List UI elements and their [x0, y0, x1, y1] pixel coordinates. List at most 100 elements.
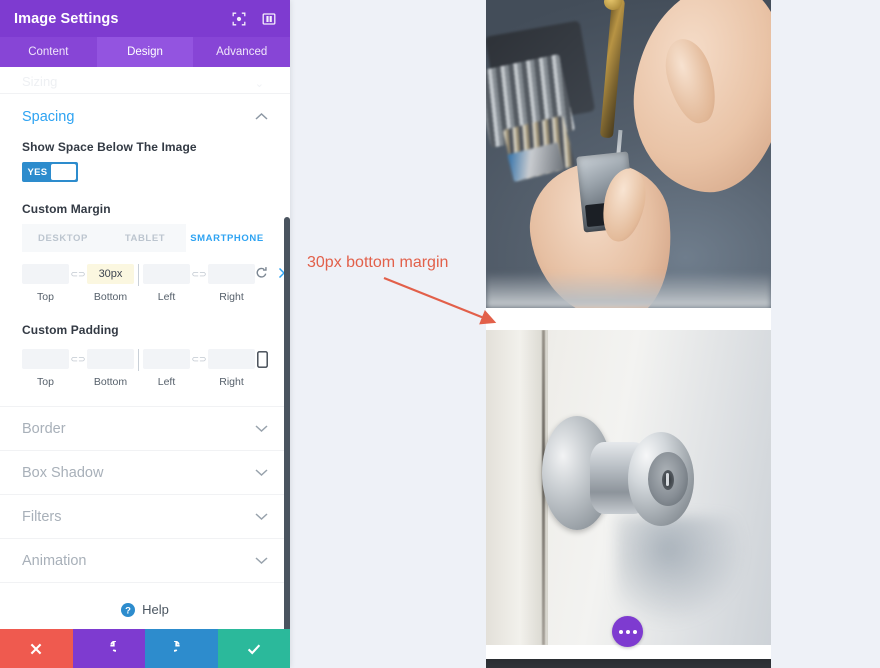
padding-top-caption: Top [37, 376, 54, 388]
screen-root: 30px bottom margin Image Settings Conten… [0, 0, 880, 668]
margin-left-caption: Left [157, 291, 176, 303]
link-top-bottom-icon[interactable]: ⊂⊃ [69, 264, 87, 280]
help-link[interactable]: ? Help [0, 582, 290, 629]
panel-tabs: Content Design Advanced [0, 37, 290, 67]
ellipsis-icon-dot [618, 629, 623, 634]
margin-left-cell: Left [143, 264, 190, 303]
padding-right-caption: Right [219, 376, 244, 388]
chevron-down-icon [255, 552, 268, 570]
ellipsis-icon-dot [625, 629, 630, 634]
cancel-button[interactable] [0, 629, 73, 668]
section-border[interactable]: Border [0, 406, 290, 450]
margin-right-input[interactable] [208, 264, 255, 284]
redo-button[interactable] [145, 629, 218, 668]
margin-divider [138, 264, 139, 286]
screwdriver-photo[interactable] [486, 0, 771, 308]
knob-shadow [616, 516, 746, 626]
mobile-icon[interactable] [257, 349, 268, 373]
check-icon [247, 643, 260, 655]
save-button[interactable] [217, 629, 290, 668]
padding-top-cell: Top [22, 349, 69, 388]
padding-right-cell: Right [208, 349, 255, 388]
module-actions-button[interactable] [612, 616, 643, 647]
custom-margin-row: Top ⊂⊃ Bottom Left [22, 252, 290, 307]
x-icon [30, 643, 42, 654]
section-spacing-header[interactable]: Spacing [0, 94, 290, 140]
photo-bottom-blur [486, 272, 771, 308]
section-spacing-title: Spacing [22, 109, 75, 125]
margin-left-input[interactable] [143, 264, 190, 284]
image-settings-panel: Image Settings Content Design Advanced S… [0, 0, 290, 668]
margin-device-tabs: DESKTOP TABLET SMARTPHONE [22, 224, 268, 252]
margin-fields: Top ⊂⊃ Bottom Left [22, 264, 255, 303]
section-animation-title: Animation [22, 552, 87, 569]
tab-content[interactable]: Content [0, 37, 97, 67]
panel-title: Image Settings [14, 10, 119, 27]
panel-header: Image Settings [0, 0, 290, 37]
margin-top-caption: Top [37, 291, 54, 303]
scrolled-off-section: Sizing ⌄ [0, 67, 290, 93]
device-tab-desktop[interactable]: DESKTOP [22, 224, 104, 252]
fullscreen-icon[interactable] [232, 12, 246, 26]
toggle-knob [50, 164, 76, 180]
knob-keyslot [666, 473, 669, 486]
section-spacing-content: Show Space Below The Image YES Custom Ma… [0, 140, 290, 406]
chevron-down-icon [255, 420, 268, 438]
doorknob-photo[interactable] [486, 330, 771, 645]
split-view-icon[interactable] [262, 12, 276, 26]
margin-bottom-cell: Bottom [87, 264, 134, 303]
show-space-toggle[interactable]: YES [22, 162, 78, 182]
panel-header-icons [232, 12, 276, 26]
margin-top-input[interactable] [22, 264, 69, 284]
annotation-arrow-icon [383, 276, 497, 325]
link-left-right-icon[interactable]: ⊂⊃ [190, 349, 208, 365]
section-box-shadow[interactable]: Box Shadow [0, 450, 290, 494]
section-border-title: Border [22, 420, 66, 437]
device-tab-smartphone[interactable]: SMARTPHONE [186, 224, 268, 252]
margin-right-cell: Right [208, 264, 255, 303]
padding-bottom-cell: Bottom [87, 349, 134, 388]
tab-design[interactable]: Design [96, 37, 194, 67]
link-top-bottom-icon[interactable]: ⊂⊃ [69, 349, 87, 365]
padding-bottom-caption: Bottom [93, 376, 128, 388]
section-filters-title: Filters [22, 508, 62, 525]
tab-advanced[interactable]: Advanced [193, 37, 290, 67]
third-photo[interactable] [486, 659, 771, 668]
custom-padding-row: Top ⊂⊃ Bottom Left ⊂⊃ Right [22, 345, 268, 392]
margin-bottom-input[interactable] [87, 264, 134, 284]
panel-body: Sizing ⌄ Spacing Show Space Below The Im… [0, 67, 290, 629]
annotation-label: 30px bottom margin [307, 254, 449, 271]
custom-margin-label: Custom Margin [22, 202, 111, 216]
ellipsis-icon-dot [632, 629, 637, 634]
device-tab-tablet[interactable]: TABLET [104, 224, 186, 252]
padding-left-input[interactable] [143, 349, 190, 369]
margin-top-cell: Top [22, 264, 69, 303]
toggle-value-label: YES [27, 166, 48, 178]
svg-text:?: ? [125, 605, 131, 616]
show-space-label: Show Space Below The Image [22, 140, 197, 154]
panel-footer [0, 629, 290, 668]
padding-top-input[interactable] [22, 349, 69, 369]
padding-left-cell: Left [143, 349, 190, 388]
photo-background [486, 659, 771, 668]
padding-divider [138, 349, 139, 371]
redo-icon [173, 641, 180, 652]
section-animation[interactable]: Animation [0, 538, 290, 582]
help-label: Help [142, 602, 169, 617]
section-spacing: Spacing Show Space Below The Image YES C… [0, 93, 290, 406]
section-filters[interactable]: Filters [0, 494, 290, 538]
chevron-down-icon: ⌄ [254, 78, 264, 90]
padding-right-input[interactable] [208, 349, 255, 369]
link-left-right-icon[interactable]: ⊂⊃ [190, 264, 208, 280]
padding-fields: Top ⊂⊃ Bottom Left ⊂⊃ Right [22, 349, 255, 388]
chevron-down-icon [255, 464, 268, 482]
section-box-shadow-title: Box Shadow [22, 464, 104, 481]
undo-button[interactable] [72, 629, 145, 668]
reset-icon[interactable] [255, 266, 268, 279]
margin-right-caption: Right [219, 291, 244, 303]
padding-left-caption: Left [157, 376, 176, 388]
margin-bottom-caption: Bottom [93, 291, 128, 303]
custom-padding-label: Custom Padding [22, 323, 119, 337]
panel-scrollbar[interactable] [284, 217, 290, 629]
padding-bottom-input[interactable] [87, 349, 134, 369]
